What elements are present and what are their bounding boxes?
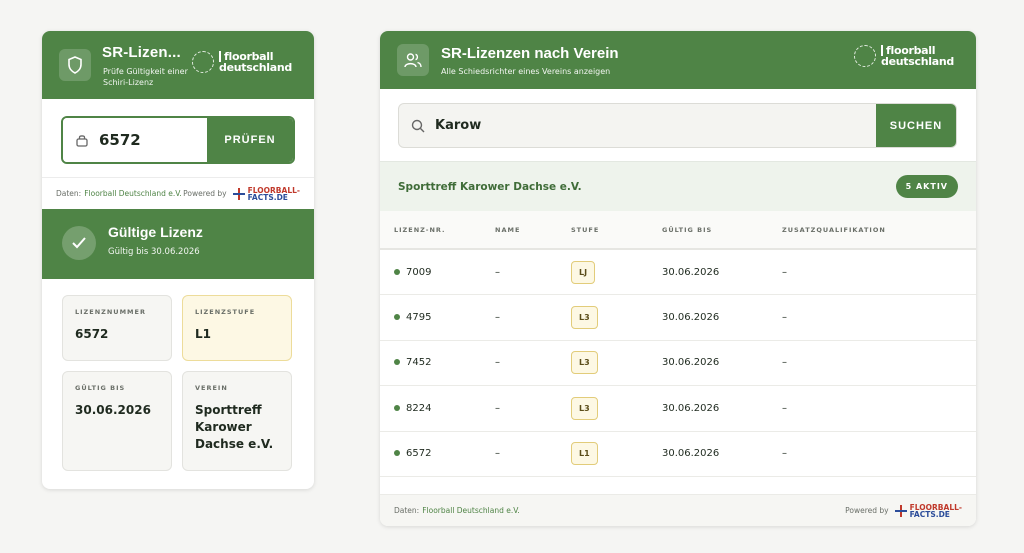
table-row: 7452 – L3 30.06.2026 – <box>380 340 976 386</box>
floorball-ball-icon <box>192 51 214 73</box>
license-check-title: SR-Lizen... <box>102 44 181 61</box>
club-result-header: Sporttreff Karower Dachse e.V. 5 AKTIV <box>380 161 976 211</box>
table-row: 8224 – L3 30.06.2026 – <box>380 385 976 432</box>
floorball-deutschland-logo: floorball deutschland <box>192 51 292 73</box>
valid-until-tile: GÜLTIG BIS 30.06.2026 <box>62 371 172 471</box>
license-number-tile: LIZENZNUMMER 6572 <box>62 295 172 361</box>
lock-icon <box>76 135 88 147</box>
level-badge: L3 <box>571 396 598 420</box>
column-header: ZUSATZQUALIFIKATION <box>782 211 976 250</box>
valid-license-banner: Gültige Lizenz Gültig bis 30.06.2026 <box>42 209 314 279</box>
license-check-card: SR-Lizen... Prüfe Gültigkeit einer Schir… <box>42 31 314 489</box>
table-row: 4795 – L3 30.06.2026 – <box>380 294 976 341</box>
column-header: GÜLTIG BIS <box>662 211 782 250</box>
level-badge: L1 <box>571 442 598 466</box>
floorball-deutschland-logo: floorball deutschland <box>854 45 954 67</box>
status-dot <box>394 404 400 411</box>
license-number-field[interactable] <box>63 118 207 162</box>
right-footer: Daten: Floorball Deutschland e.V. Powere… <box>380 494 976 526</box>
club-licenses-card: SR-Lizenzen nach Verein Alle Schiedsrich… <box>380 31 976 526</box>
floorball-facts-logo[interactable]: FLOORBALL- FACTS.DE <box>232 186 300 201</box>
license-check-form: PRÜFEN <box>61 116 295 164</box>
left-footer: Daten: Floorball Deutschland e.V. Powere… <box>42 177 314 209</box>
floorball-ball-icon <box>854 45 876 67</box>
check-button[interactable]: PRÜFEN <box>207 118 293 162</box>
level-badge: L3 <box>571 351 598 375</box>
club-search-input[interactable] <box>435 118 735 133</box>
table-row: 6572 – L1 30.06.2026 – <box>380 431 976 477</box>
column-header: LIZENZ-NR. <box>380 211 495 250</box>
club-name: Sporttreff Karower Dachse e.V. <box>398 180 582 193</box>
club-tile: VEREIN Sporttreff Karower Dachse e.V. <box>182 371 292 471</box>
licenses-table: LIZENZ-NR. NAME STUFE GÜLTIG BIS ZUSATZQ… <box>380 211 976 477</box>
checkmark-icon <box>62 226 96 260</box>
valid-license-title: Gültige Lizenz <box>108 224 203 240</box>
active-count-badge: 5 AKTIV <box>895 175 958 198</box>
table-row: 7009 – LJ 30.06.2026 – <box>380 249 976 295</box>
search-button[interactable]: SUCHEN <box>876 104 956 147</box>
floorball-facts-icon <box>894 504 907 517</box>
data-source-link[interactable]: Floorball Deutschland e.V. <box>422 506 520 515</box>
license-check-header: SR-Lizen... Prüfe Gültigkeit einer Schir… <box>42 31 314 99</box>
level-badge: L3 <box>571 305 598 329</box>
users-icon <box>397 44 429 76</box>
club-licenses-subtitle: Alle Schiedsrichter eines Vereins anzeig… <box>441 67 611 76</box>
floorball-facts-icon <box>232 187 245 200</box>
status-dot <box>394 450 400 457</box>
status-dot <box>394 268 400 275</box>
shield-icon <box>59 49 91 81</box>
column-header: STUFE <box>571 211 662 250</box>
status-dot <box>394 359 400 366</box>
license-number-input[interactable] <box>99 131 189 149</box>
club-licenses-header: SR-Lizenzen nach Verein Alle Schiedsrich… <box>380 31 976 89</box>
club-search-field[interactable] <box>399 104 876 147</box>
club-search-form: SUCHEN <box>398 103 957 148</box>
license-level-tile: LIZENZSTUFE L1 <box>182 295 292 361</box>
valid-license-subtitle: Gültig bis 30.06.2026 <box>108 247 200 257</box>
column-header: NAME <box>495 211 571 250</box>
club-licenses-title: SR-Lizenzen nach Verein <box>441 45 619 62</box>
level-badge: LJ <box>571 260 596 284</box>
floorball-facts-logo[interactable]: FLOORBALL- FACTS.DE <box>894 503 962 518</box>
data-source-link[interactable]: Floorball Deutschland e.V. <box>84 189 182 198</box>
license-check-subtitle: Prüfe Gültigkeit einer Schiri-Lizenz <box>103 67 188 87</box>
search-icon <box>411 119 425 132</box>
status-dot <box>394 313 400 320</box>
